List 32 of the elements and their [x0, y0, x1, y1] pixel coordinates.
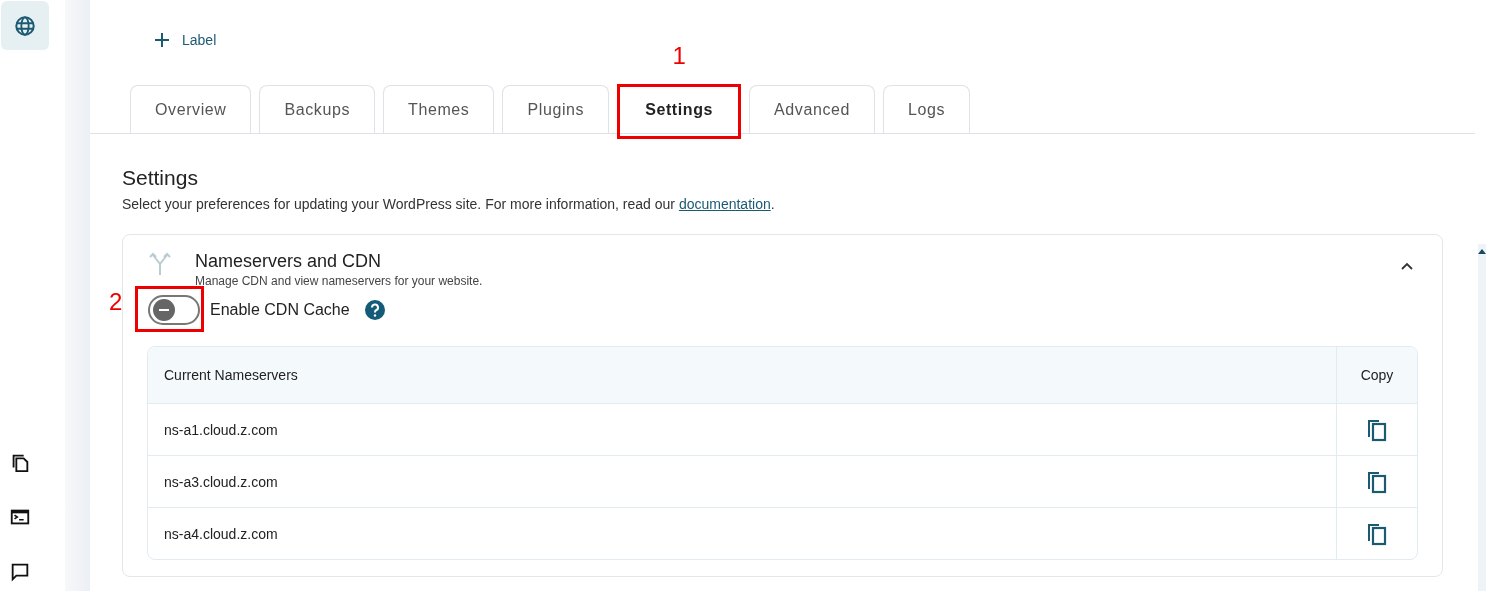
documentation-link[interactable]: documentation: [678, 196, 771, 212]
table-cell: ns-a3.cloud.z.com: [148, 456, 1337, 507]
chat-icon[interactable]: [9, 561, 31, 583]
table-cell: ns-a1.cloud.z.com: [148, 404, 1337, 455]
help-icon[interactable]: [363, 299, 386, 321]
scrollbar[interactable]: [1478, 244, 1486, 591]
card-title: Nameservers and CDN: [195, 251, 383, 272]
table-cell: ns-a4.cloud.z.com: [148, 508, 1337, 559]
copy-icon[interactable]: [1366, 417, 1388, 442]
column-header: Copy: [1359, 366, 1395, 385]
tab[interactable]: Backups: [259, 85, 376, 133]
globe-icon: [14, 14, 36, 37]
annotation-number: 1: [672, 42, 686, 70]
toggle-label: Enable CDN Cache: [210, 301, 350, 319]
section-title: Settings: [122, 166, 199, 190]
card-subtitle: Manage CDN and view nameservers for your website.: [195, 274, 484, 288]
chevron-icon[interactable]: [1400, 261, 1414, 271]
add-label-button[interactable]: Label: [130, 32, 217, 48]
column-header: Current Nameservers: [148, 347, 1337, 403]
tab[interactable]: Logs: [883, 85, 971, 133]
annotation-number: 2: [109, 288, 123, 316]
toggle-switch[interactable]: [148, 295, 200, 325]
tab[interactable]: Themes: [383, 85, 495, 133]
tab[interactable]: Plugins: [502, 85, 610, 133]
globe-button[interactable]: [1, 1, 49, 50]
plus-icon: [154, 32, 170, 48]
tab[interactable]: Overview: [130, 85, 252, 133]
section-description: Select your preferences for updating your WordPress site. For more information, read our documentation.: [122, 196, 776, 212]
copy-icon[interactable]: [1366, 521, 1388, 546]
scroll-up-icon[interactable]: [1478, 248, 1486, 254]
tab[interactable]: Advanced: [749, 85, 876, 133]
copy-icon[interactable]: [1366, 469, 1388, 494]
